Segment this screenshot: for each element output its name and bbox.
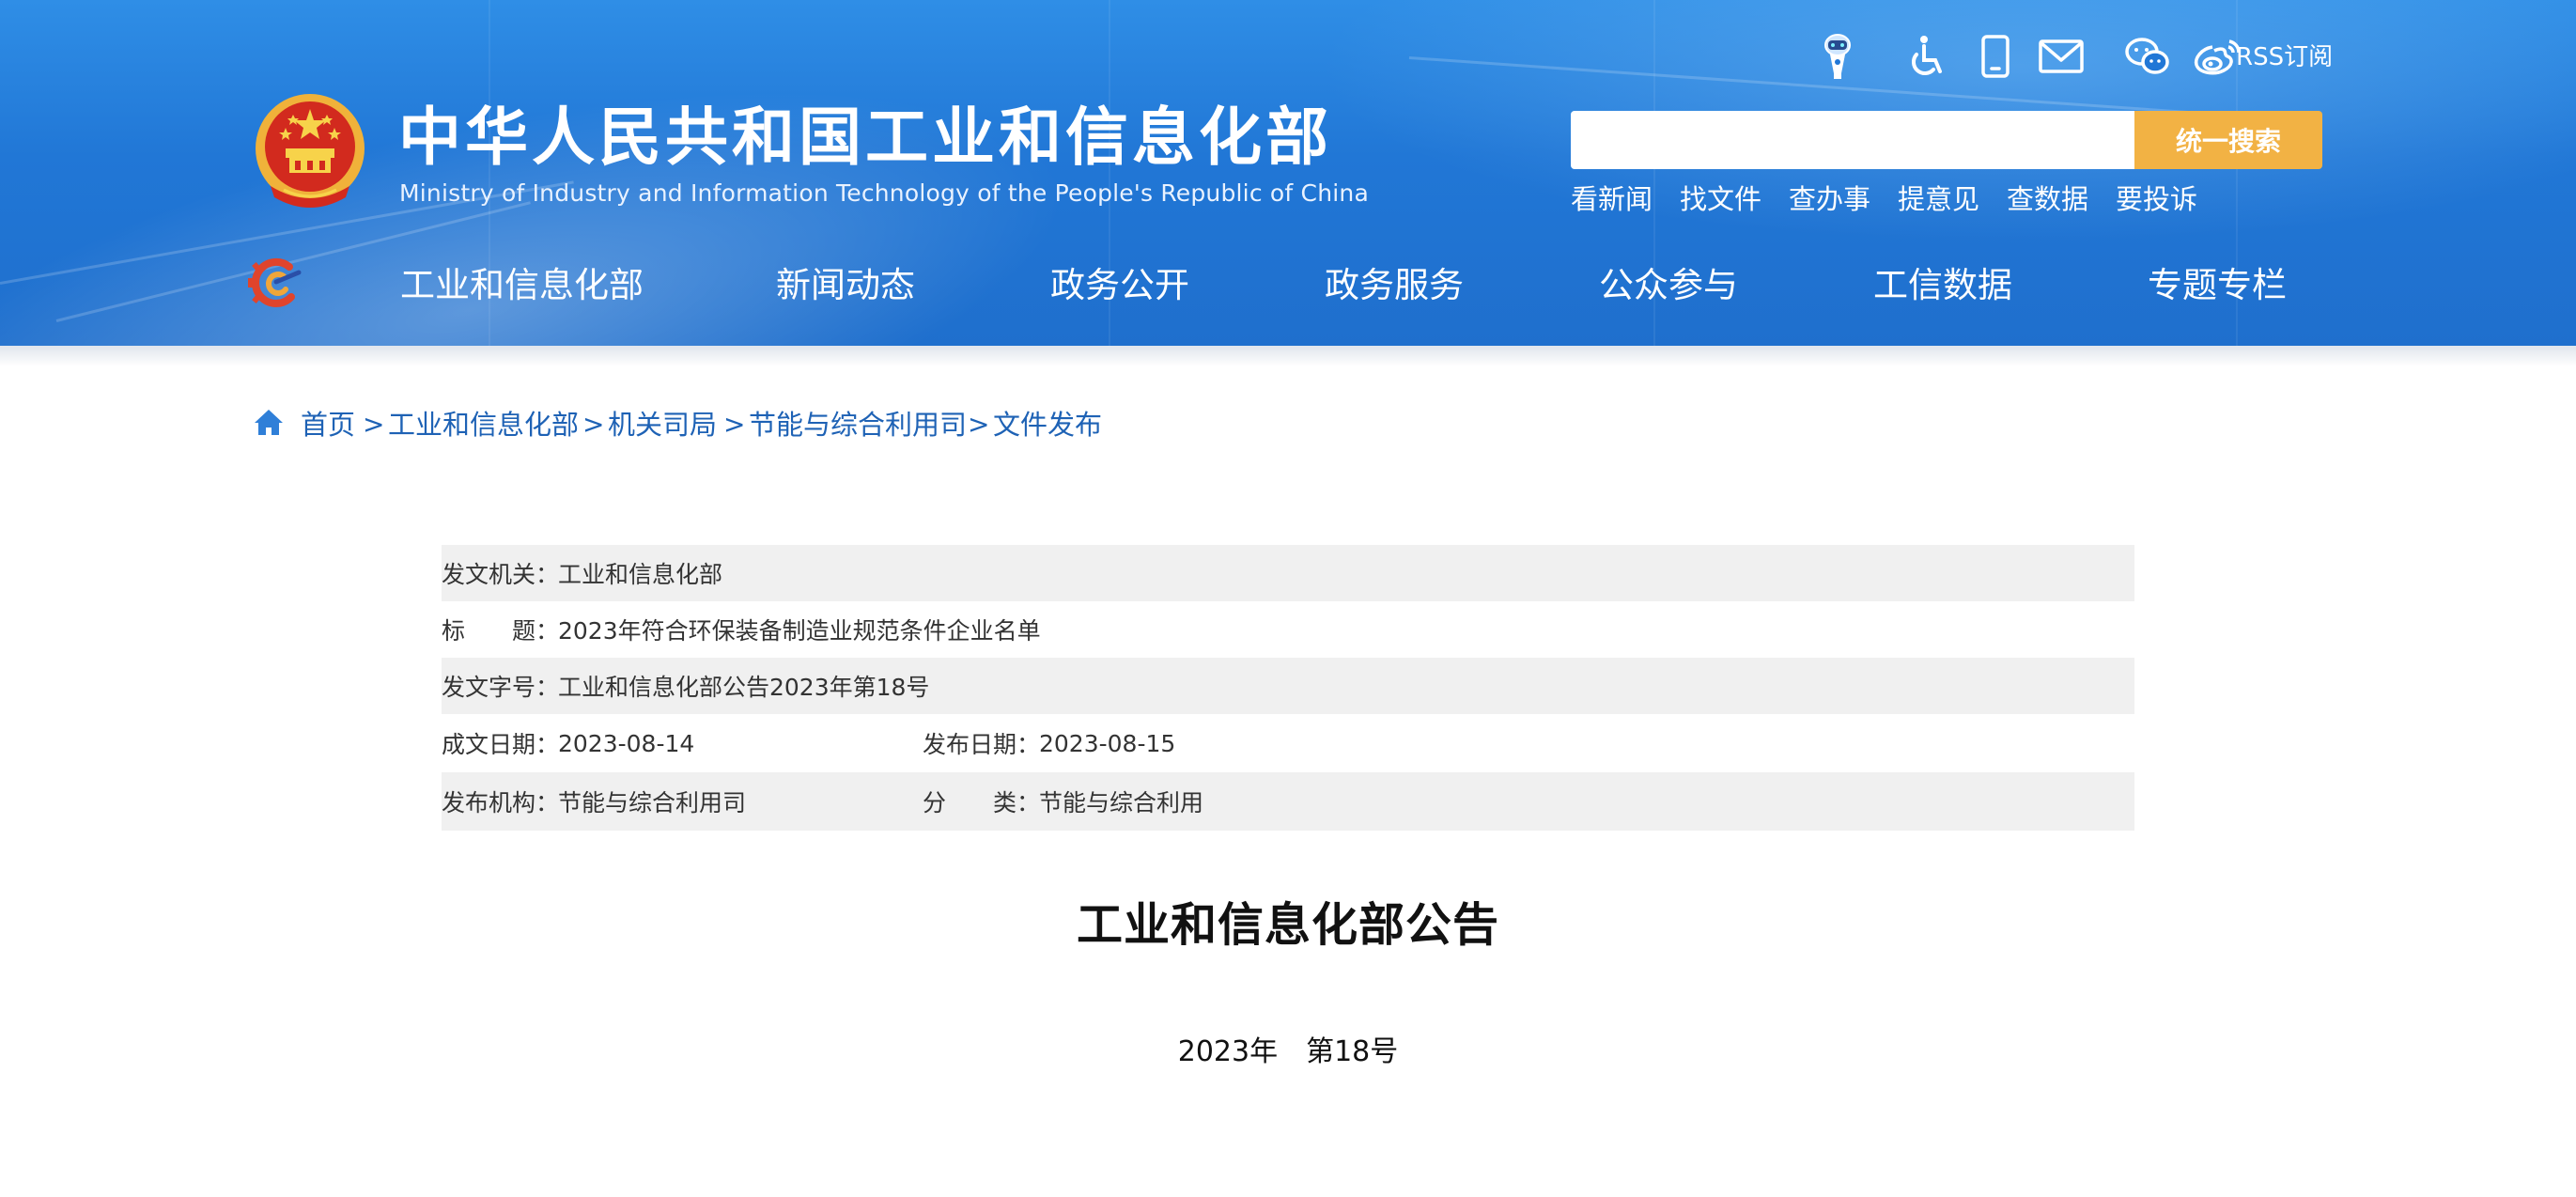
breadcrumb-separator: > xyxy=(723,409,746,440)
wechat-icon[interactable] xyxy=(2121,30,2174,83)
nav-news[interactable]: 新闻动态 xyxy=(776,257,915,314)
info-value: 工业和信息化部公告2023年第18号 xyxy=(558,674,930,701)
mail-icon[interactable] xyxy=(2035,30,2087,83)
breadcrumb-energy-dept[interactable]: 节能与综合利用司 xyxy=(749,404,967,445)
nav-industry-data[interactable]: 工信数据 xyxy=(1873,257,2012,314)
quick-link-services[interactable]: 查办事 xyxy=(1789,179,1870,220)
nav-special-topics[interactable]: 专题专栏 xyxy=(2148,257,2287,314)
robot-assistant-icon[interactable] xyxy=(1811,30,1864,83)
info-value: 节能与综合利用 xyxy=(1039,789,1204,816)
info-value: 2023-08-15 xyxy=(1039,729,1176,757)
miit-logo-icon[interactable] xyxy=(246,256,304,310)
document-info-table: 发文机关： 工业和信息化部 标 题： 2023年符合环保装备制造业规范条件企业名… xyxy=(442,545,2134,831)
header-shadow xyxy=(0,346,2576,366)
site-subtitle[interactable]: Ministry of Industry and Information Tec… xyxy=(399,177,1369,210)
nav-public-participation[interactable]: 公众参与 xyxy=(1599,257,1738,314)
quick-link-news[interactable]: 看新闻 xyxy=(1571,179,1653,220)
nav-ministry[interactable]: 工业和信息化部 xyxy=(400,257,644,314)
nav-government-services[interactable]: 政务服务 xyxy=(1325,257,1464,314)
breadcrumb-separator: > xyxy=(582,409,605,440)
search-input[interactable] xyxy=(1571,111,2134,169)
info-row-title: 标 题： 2023年符合环保装备制造业规范条件企业名单 xyxy=(442,601,2134,658)
info-value: 工业和信息化部 xyxy=(558,561,723,588)
rss-subscribe-link[interactable]: RSS订阅 xyxy=(2236,36,2333,79)
info-label: 成文日期： xyxy=(442,731,560,758)
breadcrumb-separator: > xyxy=(363,409,385,440)
site-header: 中华人民共和国工业和信息化部 Ministry of Industry and … xyxy=(0,0,2576,346)
info-row-issuer: 发文机关： 工业和信息化部 xyxy=(442,545,2134,601)
info-label: 发布日期： xyxy=(923,731,1041,758)
info-value: 2023-08-14 xyxy=(558,729,695,757)
quick-link-feedback[interactable]: 提意见 xyxy=(1898,179,1979,220)
info-label: 发布机构： xyxy=(442,789,560,816)
site-title[interactable]: 中华人民共和国工业和信息化部 xyxy=(398,98,1332,177)
info-row-dates: 成文日期： 2023-08-14 发布日期： 2023-08-15 xyxy=(442,714,2134,772)
mobile-icon[interactable] xyxy=(1969,30,2022,83)
breadcrumb-file-release[interactable]: 文件发布 xyxy=(993,404,1102,445)
info-label: 发文字号： xyxy=(442,674,560,701)
quick-link-data[interactable]: 查数据 xyxy=(2007,179,2088,220)
info-row-doc-number: 发文字号： 工业和信息化部公告2023年第18号 xyxy=(442,658,2134,714)
breadcrumb-separator: > xyxy=(968,409,990,440)
quick-link-files[interactable]: 找文件 xyxy=(1680,179,1761,220)
info-value: 节能与综合利用司 xyxy=(558,789,747,816)
accessibility-icon[interactable] xyxy=(1900,30,1952,83)
info-value: 2023年符合环保装备制造业规范条件企业名单 xyxy=(558,617,1041,645)
national-emblem-logo[interactable] xyxy=(252,92,368,214)
breadcrumb-home[interactable]: 首页 xyxy=(301,404,355,445)
info-row-org-category: 发布机构： 节能与综合利用司 分 类： 节能与综合利用 xyxy=(442,772,2134,831)
document-title: 工业和信息化部公告 xyxy=(1076,898,1499,952)
info-label: 分 类： xyxy=(923,789,1041,816)
info-label: 标 题： xyxy=(442,617,560,645)
search-button[interactable]: 统一搜索 xyxy=(2134,111,2322,169)
document-number: 2023年 第18号 xyxy=(1177,1035,1399,1068)
info-label: 发文机关： xyxy=(442,561,560,588)
breadcrumb-departments[interactable]: 机关司局 xyxy=(608,404,717,445)
breadcrumb-ministry[interactable]: 工业和信息化部 xyxy=(388,404,579,445)
quick-link-complaint[interactable]: 要投诉 xyxy=(2116,179,2197,220)
nav-government-affairs[interactable]: 政务公开 xyxy=(1050,257,1189,314)
home-icon[interactable] xyxy=(252,406,286,440)
